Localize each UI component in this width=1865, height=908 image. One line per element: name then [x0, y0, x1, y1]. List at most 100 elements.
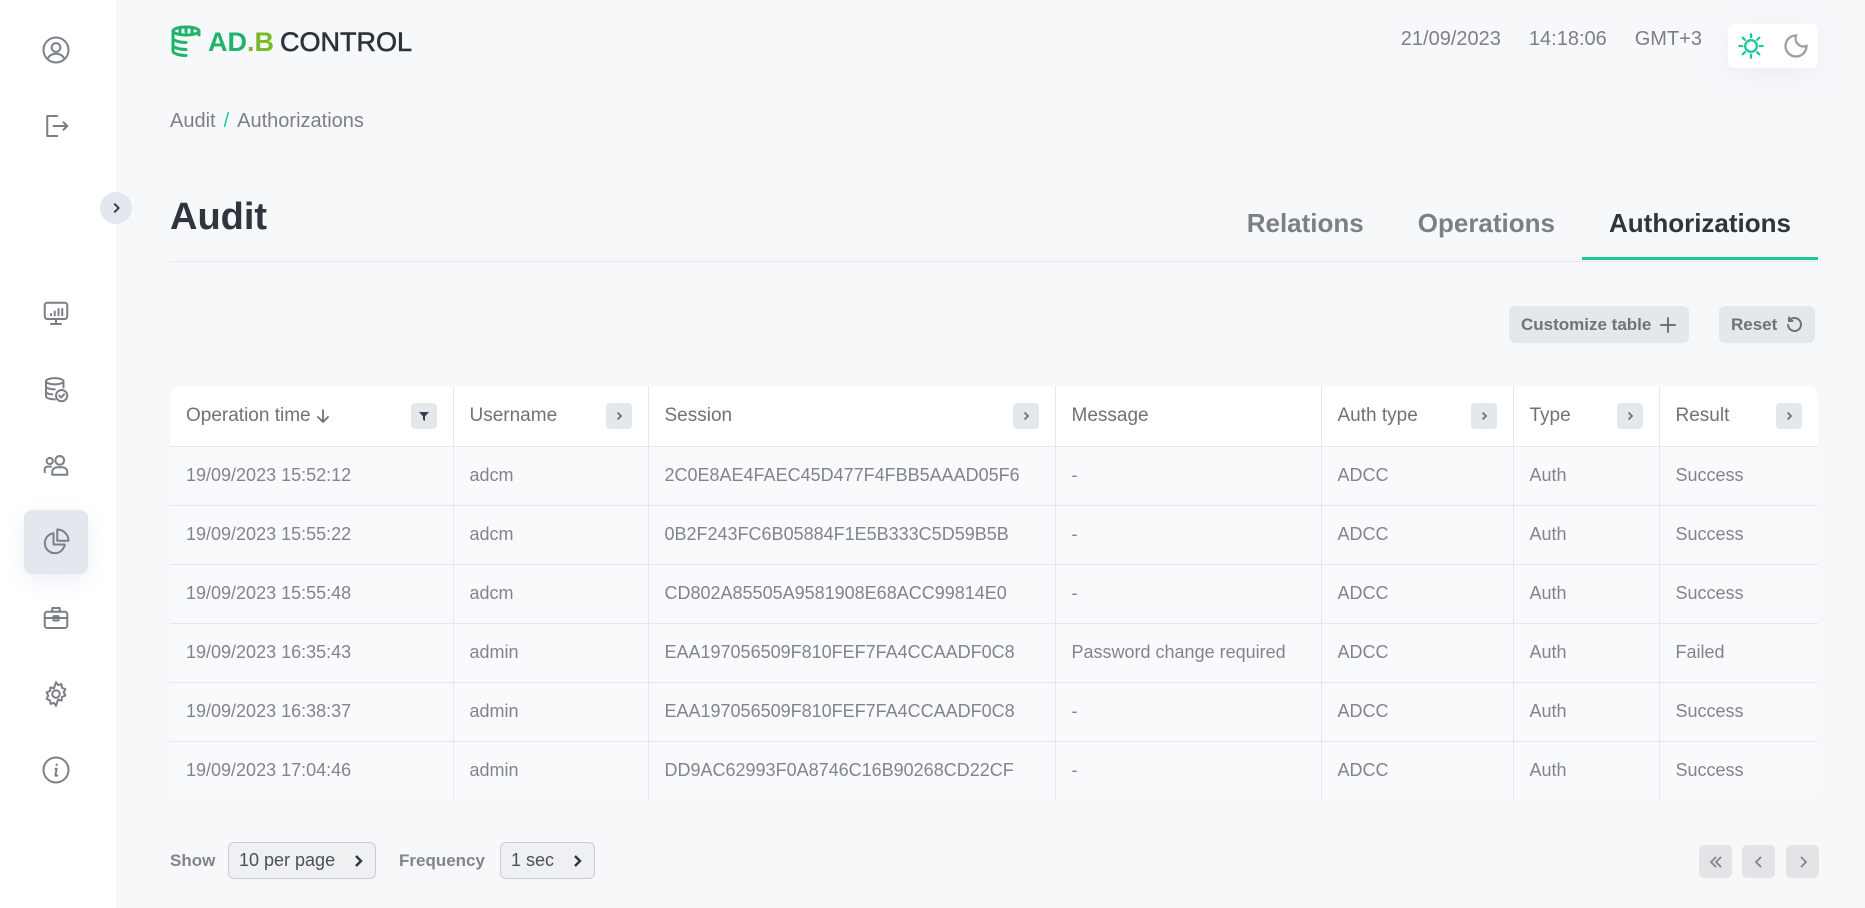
table-header-row: Operation time Username Session Message …	[170, 386, 1818, 447]
sidebar-item-audit[interactable]	[24, 510, 88, 574]
column-label: Result	[1675, 404, 1730, 426]
table-row[interactable]: 19/09/2023 16:38:37 admin EAA197056509F810…	[170, 682, 1818, 742]
column-expand-button[interactable]	[1616, 402, 1643, 429]
cell-operation-time: 19/09/2023 15:55:22	[170, 505, 454, 565]
cell-result: Failed	[1659, 623, 1818, 683]
double-chevron-left-icon	[1709, 855, 1722, 868]
breadcrumb: Audit / Authorizations	[170, 110, 364, 133]
chevron-right-icon	[1799, 855, 1807, 868]
cell-username: admin	[453, 623, 649, 683]
reset-button[interactable]: Reset	[1719, 306, 1816, 343]
sidebar-item-backup[interactable]	[24, 358, 88, 422]
column-header-auth-type[interactable]: Auth type	[1321, 386, 1514, 447]
logout-button[interactable]	[24, 94, 88, 158]
briefcase-icon	[43, 607, 69, 629]
column-header-result[interactable]: Result	[1659, 386, 1818, 447]
chevron-right-icon	[1023, 411, 1029, 420]
cell-session: EAA197056509F810FEF7FA4CCAADF0C8	[648, 682, 1056, 742]
header-timezone: GMT+3	[1634, 28, 1702, 50]
table-row[interactable]: 19/09/2023 15:52:12 adcm 2C0E8AE4FAEC45D47…	[170, 446, 1818, 506]
table-row[interactable]: 19/09/2023 15:55:22 adcm 0B2F243FC6B05884F…	[170, 505, 1818, 565]
prev-page-button[interactable]	[1742, 845, 1775, 878]
cell-result: Success	[1659, 505, 1818, 565]
table-row[interactable]: 19/09/2023 16:35:43 admin EAA197056509F810…	[170, 623, 1818, 683]
cell-session: CD802A85505A9581908E68ACC99814E0	[648, 564, 1056, 624]
column-expand-button[interactable]	[1012, 402, 1039, 429]
cell-result: Success	[1659, 446, 1818, 506]
brand-b: B	[254, 26, 275, 57]
chevron-right-icon	[1481, 411, 1487, 420]
dark-theme-button[interactable]	[1782, 32, 1810, 60]
tab-authorizations[interactable]: Authorizations	[1582, 198, 1818, 260]
sort-desc-icon	[316, 408, 329, 424]
breadcrumb-audit[interactable]: Audit	[170, 110, 216, 133]
show-label: Show	[170, 851, 216, 870]
cell-session: EAA197056509F810FEF7FA4CCAADF0C8	[648, 623, 1056, 683]
cell-result: Success	[1659, 682, 1818, 742]
cell-session: DD9AC62993F0A8746C16B90268CD22CF	[648, 741, 1056, 800]
next-page-button[interactable]	[1786, 845, 1819, 878]
profile-button[interactable]	[24, 18, 88, 82]
cell-username: admin	[453, 682, 649, 742]
sidebar-item-users[interactable]	[24, 434, 88, 498]
cell-type: Auth	[1513, 741, 1660, 800]
cell-type: Auth	[1513, 446, 1660, 506]
column-label: Message	[1071, 404, 1149, 426]
sidebar	[0, 0, 116, 908]
brand-dot: .	[247, 26, 255, 57]
cell-result: Success	[1659, 741, 1818, 800]
sidebar-item-settings[interactable]	[24, 662, 88, 726]
moon-icon	[1783, 34, 1808, 58]
cell-operation-time: 19/09/2023 16:38:37	[170, 682, 454, 742]
cell-auth-type: ADCC	[1321, 623, 1514, 683]
column-expand-button[interactable]	[1470, 402, 1497, 429]
sidebar-item-jobs[interactable]	[24, 586, 88, 650]
cell-username: adcm	[453, 446, 649, 506]
tabs-divider	[170, 261, 1818, 262]
cell-message: -	[1055, 564, 1322, 624]
cell-message: -	[1055, 682, 1322, 742]
column-header-username[interactable]: Username	[453, 386, 649, 447]
cell-message: Password change required	[1055, 623, 1322, 683]
monitor-chart-icon	[43, 301, 69, 325]
database-logo-icon	[171, 25, 201, 57]
column-header-session[interactable]: Session	[648, 386, 1056, 447]
column-header-type[interactable]: Type	[1513, 386, 1660, 447]
logout-icon	[46, 115, 69, 137]
cell-type: Auth	[1513, 505, 1660, 565]
cell-auth-type: ADCC	[1321, 564, 1514, 624]
customize-table-button[interactable]: Customize table	[1509, 306, 1690, 343]
header-time: 14:18:06	[1528, 28, 1607, 50]
column-expand-button[interactable]	[605, 402, 632, 429]
column-header-operation-time[interactable]: Operation time	[170, 386, 454, 447]
column-expand-button[interactable]	[1776, 402, 1802, 429]
sidebar-collapse-button[interactable]	[100, 192, 132, 224]
first-page-button[interactable]	[1699, 845, 1732, 878]
column-label: Username	[469, 404, 558, 426]
table-row[interactable]: 19/09/2023 15:55:48 adcm CD802A85505A95819…	[170, 564, 1818, 624]
cell-operation-time: 19/09/2023 16:35:43	[170, 623, 454, 683]
light-theme-button[interactable]	[1737, 32, 1765, 60]
cell-message: -	[1055, 446, 1322, 506]
brand-ad: AD	[208, 26, 247, 57]
cell-username: adcm	[453, 564, 649, 624]
table-row[interactable]: 19/09/2023 17:04:46 admin DD9AC62993F0A874…	[170, 741, 1818, 800]
info-icon	[42, 756, 70, 784]
column-label: Type	[1529, 404, 1571, 426]
sidebar-item-info[interactable]	[24, 738, 88, 802]
chevron-right-icon	[355, 854, 363, 867]
cell-username: admin	[453, 741, 649, 800]
brand-control: CONTROL	[280, 26, 413, 57]
chevron-left-icon	[1754, 855, 1762, 868]
tab-relations[interactable]: Relations	[1220, 198, 1391, 259]
cell-operation-time: 19/09/2023 17:04:46	[170, 741, 454, 800]
cell-auth-type: ADCC	[1321, 446, 1514, 506]
tabs: Relations Operations Authorizations	[1220, 198, 1818, 260]
frequency-select[interactable]: 1 sec	[500, 842, 596, 879]
tab-operations[interactable]: Operations	[1391, 198, 1582, 259]
per-page-select[interactable]: 10 per page	[228, 842, 377, 879]
filter-button[interactable]	[410, 402, 437, 429]
filter-icon	[418, 411, 429, 421]
brand-name: AD.B CONTROL	[208, 26, 413, 57]
sidebar-item-monitoring[interactable]	[24, 282, 88, 346]
